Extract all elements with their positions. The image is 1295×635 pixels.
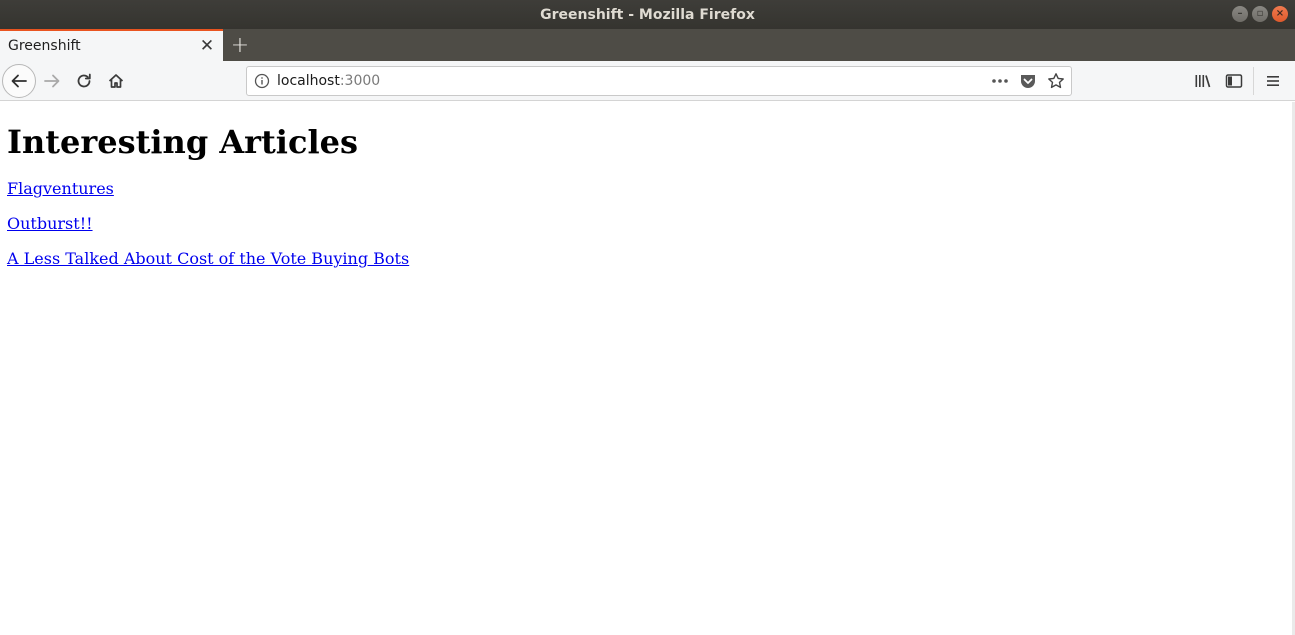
page-title: Interesting Articles <box>7 123 358 161</box>
url-port: :3000 <box>339 73 381 89</box>
url-actions <box>989 70 1067 92</box>
forward-icon[interactable] <box>40 69 64 93</box>
maximize-icon[interactable]: ▫ <box>1252 6 1268 22</box>
toolbar-separator <box>1253 67 1254 95</box>
article-link-flagventures[interactable]: Flagventures <box>7 179 1285 198</box>
article-link-vote-buying-bots[interactable]: A Less Talked About Cost of the Vote Buy… <box>7 249 1285 268</box>
minimize-icon[interactable]: – <box>1232 6 1248 22</box>
hamburger-menu-icon[interactable] <box>1261 69 1285 93</box>
window-controls: – ▫ × <box>1232 6 1288 22</box>
url-host: localhost <box>277 73 340 89</box>
close-icon[interactable]: × <box>1272 6 1288 22</box>
tab-greenshift[interactable]: Greenshift ✕ <box>0 29 223 61</box>
reload-icon[interactable] <box>72 69 96 93</box>
tab-close-icon[interactable]: ✕ <box>195 34 219 58</box>
tab-strip: Greenshift ✕ + <box>0 29 1295 61</box>
library-icon[interactable] <box>1191 69 1215 93</box>
info-icon[interactable] <box>247 73 277 89</box>
window-titlebar: Greenshift - Mozilla Firefox – ▫ × <box>0 0 1295 29</box>
home-icon[interactable] <box>104 69 128 93</box>
sidebar-icon[interactable] <box>1222 69 1246 93</box>
bookmark-star-icon[interactable] <box>1045 70 1067 92</box>
new-tab-icon[interactable]: + <box>228 31 252 59</box>
page-actions-icon[interactable] <box>989 70 1011 92</box>
back-icon[interactable] <box>2 64 36 98</box>
page-content: Interesting Articles Flagventures Outbur… <box>0 102 1292 635</box>
url-bar[interactable]: localhost:3000 <box>246 66 1072 96</box>
navigation-toolbar: localhost:3000 <box>0 61 1295 101</box>
article-link-outburst[interactable]: Outburst!! <box>7 214 1285 233</box>
window-title: Greenshift - Mozilla Firefox <box>540 6 755 23</box>
tab-title: Greenshift <box>8 38 81 54</box>
pocket-icon[interactable] <box>1017 70 1039 92</box>
